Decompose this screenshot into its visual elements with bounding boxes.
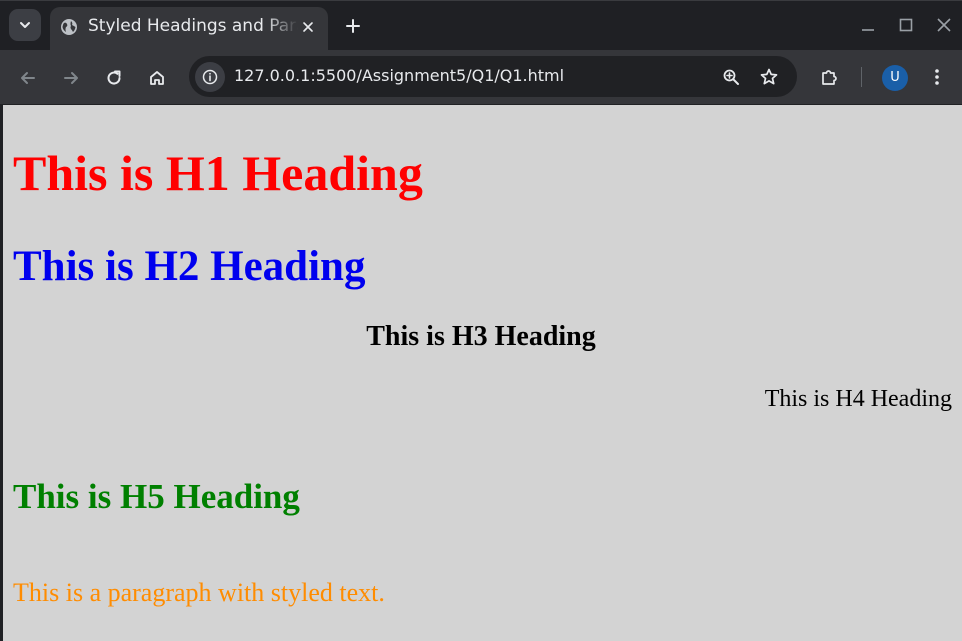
forward-button[interactable] (57, 64, 85, 92)
window-close-button[interactable] (934, 15, 954, 35)
browser-window: Styled Headings and Paragraphs (0, 0, 962, 641)
new-tab-button[interactable] (340, 13, 366, 39)
back-button[interactable] (14, 64, 42, 92)
heading-h5: This is H5 Heading (13, 477, 300, 516)
chevron-down-icon (20, 22, 30, 28)
close-icon (937, 18, 951, 32)
maximize-button[interactable] (896, 15, 916, 35)
close-icon (303, 22, 313, 32)
arrow-right-icon (64, 72, 78, 84)
tab-active[interactable]: Styled Headings and Paragraphs (50, 7, 328, 51)
heading-h2: This is H2 Heading (13, 243, 366, 290)
home-icon (150, 71, 164, 85)
plus-icon (346, 19, 360, 33)
globe-icon (61, 19, 77, 35)
bookmark-button[interactable] (755, 63, 783, 91)
info-icon (202, 69, 218, 85)
heading-h3: This is H3 Heading (366, 321, 596, 352)
browser-toolbar: 127.0.0.1:5500/Assignment5/Q1/Q1.html U (0, 50, 962, 105)
page-content: This is H1 Heading This is H2 Heading Th… (0, 105, 962, 641)
puzzle-icon (822, 70, 837, 85)
styled-paragraph: This is a paragraph with styled text. (13, 578, 385, 607)
url-text[interactable]: 127.0.0.1:5500/Assignment5/Q1/Q1.html (234, 65, 564, 87)
address-bar[interactable]: 127.0.0.1:5500/Assignment5/Q1/Q1.html (189, 56, 797, 97)
tab-search-button[interactable] (9, 9, 41, 41)
home-button[interactable] (143, 64, 171, 92)
zoom-in-icon (723, 69, 739, 85)
heading-h4: This is H4 Heading (764, 386, 952, 412)
minimize-icon (862, 29, 874, 31)
star-icon (760, 68, 778, 85)
tab-strip: Styled Headings and Paragraphs (0, 0, 962, 51)
site-info-button[interactable] (195, 62, 225, 92)
more-vertical-icon (935, 69, 939, 85)
reload-icon (107, 70, 121, 85)
toolbar-divider (861, 67, 862, 87)
menu-button[interactable] (924, 63, 950, 91)
tab-close-button[interactable] (297, 16, 319, 38)
tab-title: Styled Headings and Paragraphs (88, 16, 298, 36)
profile-avatar[interactable]: U (882, 65, 908, 91)
arrow-left-icon (21, 72, 35, 84)
zoom-button[interactable] (717, 63, 745, 91)
heading-h1: This is H1 Heading (13, 145, 423, 201)
extensions-button[interactable] (815, 63, 843, 91)
maximize-icon (899, 18, 913, 32)
minimize-button[interactable] (858, 15, 878, 35)
reload-button[interactable] (100, 64, 128, 92)
